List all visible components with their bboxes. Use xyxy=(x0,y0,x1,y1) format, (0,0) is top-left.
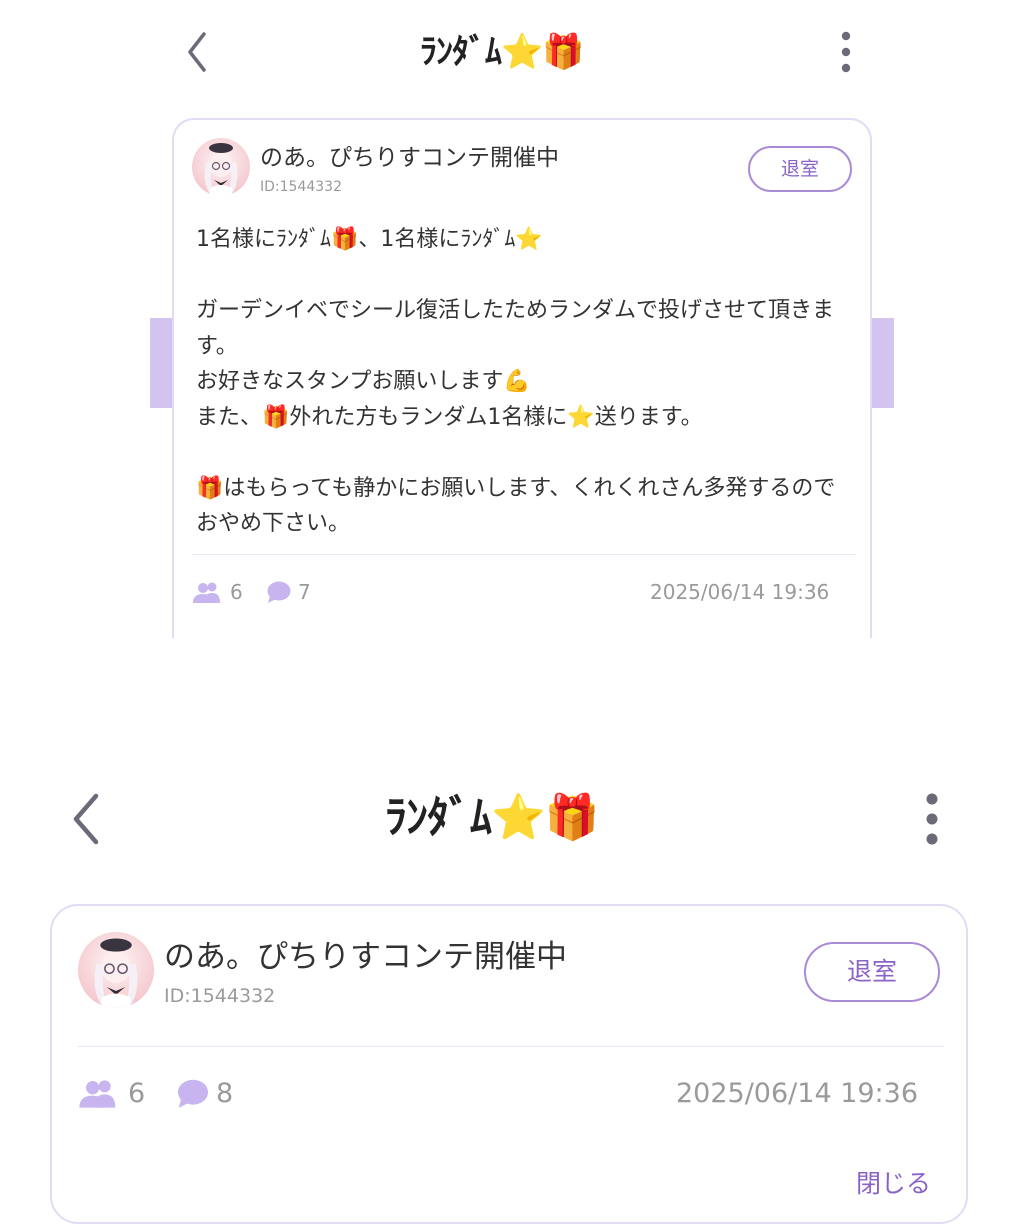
host-name: のあ。ぴちりすコンテ開催中 xyxy=(260,145,559,171)
room-description: 1名様にﾗﾝﾀﾞﾑ🎁、1名様にﾗﾝﾀﾞﾑ⭐ ガーデンイベでシール復活したためラン… xyxy=(196,222,846,542)
member-count-group: 6 xyxy=(192,580,252,604)
back-button[interactable] xyxy=(66,788,106,850)
host-id: ID:1544332 xyxy=(260,179,342,195)
right-side-tab xyxy=(870,318,894,408)
page-title: ﾗﾝﾀﾞﾑ⭐🎁 xyxy=(420,32,585,72)
member-count: 6 xyxy=(230,580,243,604)
page-title: ﾗﾝﾀﾞﾑ⭐🎁 xyxy=(385,792,600,843)
host-avatar[interactable] xyxy=(78,932,154,1008)
avatar-image-icon xyxy=(204,143,238,196)
created-date: 2025/06/14 19:36 xyxy=(650,580,830,604)
description-line: また、🎁外れた方もランダム1名様に⭐送ります。 xyxy=(196,404,703,430)
description-line: 1名様にﾗﾝﾀﾞﾑ🎁、1名様にﾗﾝﾀﾞﾑ⭐ xyxy=(196,227,543,252)
members-icon xyxy=(79,1080,116,1108)
chevron-left-icon xyxy=(73,793,99,845)
comment-count-group: 7 xyxy=(266,580,326,604)
left-side-tab xyxy=(150,318,174,408)
exit-room-button[interactable]: 退室 xyxy=(804,942,940,1002)
comment-count: 7 xyxy=(298,580,311,604)
avatar-image-icon xyxy=(94,938,138,1008)
comment-bubble-icon xyxy=(177,1079,209,1108)
description-line: お好きなスタンプお願いします💪 xyxy=(196,369,531,394)
host-avatar[interactable] xyxy=(192,138,250,196)
comment-count: 8 xyxy=(216,1078,234,1109)
created-date: 2025/06/14 19:36 xyxy=(676,1078,919,1109)
description-line: 🎁はもらっても静かにお願いします、くれくれさん多発するのでおやめ下さい。 xyxy=(196,475,836,537)
member-count: 6 xyxy=(128,1078,146,1109)
more-menu-button[interactable] xyxy=(836,30,856,74)
top-screen: ﾗﾝﾀﾞﾑ⭐🎁 のあ。ぴちりすコンテ開催中 ID:1544332 退室 1名様に… xyxy=(0,0,1012,640)
back-button[interactable] xyxy=(182,28,214,76)
description-line xyxy=(196,258,846,294)
divider xyxy=(78,1046,944,1047)
more-vertical-icon xyxy=(926,793,938,845)
description-line: ガーデンイベでシール復活したためランダムで投げさせて頂きます。 xyxy=(196,298,835,359)
member-count-group: 6 xyxy=(78,1078,158,1110)
host-id: ID:1544332 xyxy=(164,985,276,1007)
description-line xyxy=(196,435,846,471)
comment-count-group: 8 xyxy=(176,1078,256,1110)
divider xyxy=(192,554,856,555)
more-vertical-icon xyxy=(841,31,851,73)
close-button[interactable]: 閉じる xyxy=(856,1168,931,1200)
exit-room-button[interactable]: 退室 xyxy=(748,146,852,192)
host-name: のあ。ぴちりすコンテ開催中 xyxy=(164,939,567,975)
members-icon xyxy=(193,582,220,603)
chevron-left-icon xyxy=(188,32,206,72)
comment-bubble-icon xyxy=(267,581,291,603)
more-menu-button[interactable] xyxy=(918,792,946,846)
